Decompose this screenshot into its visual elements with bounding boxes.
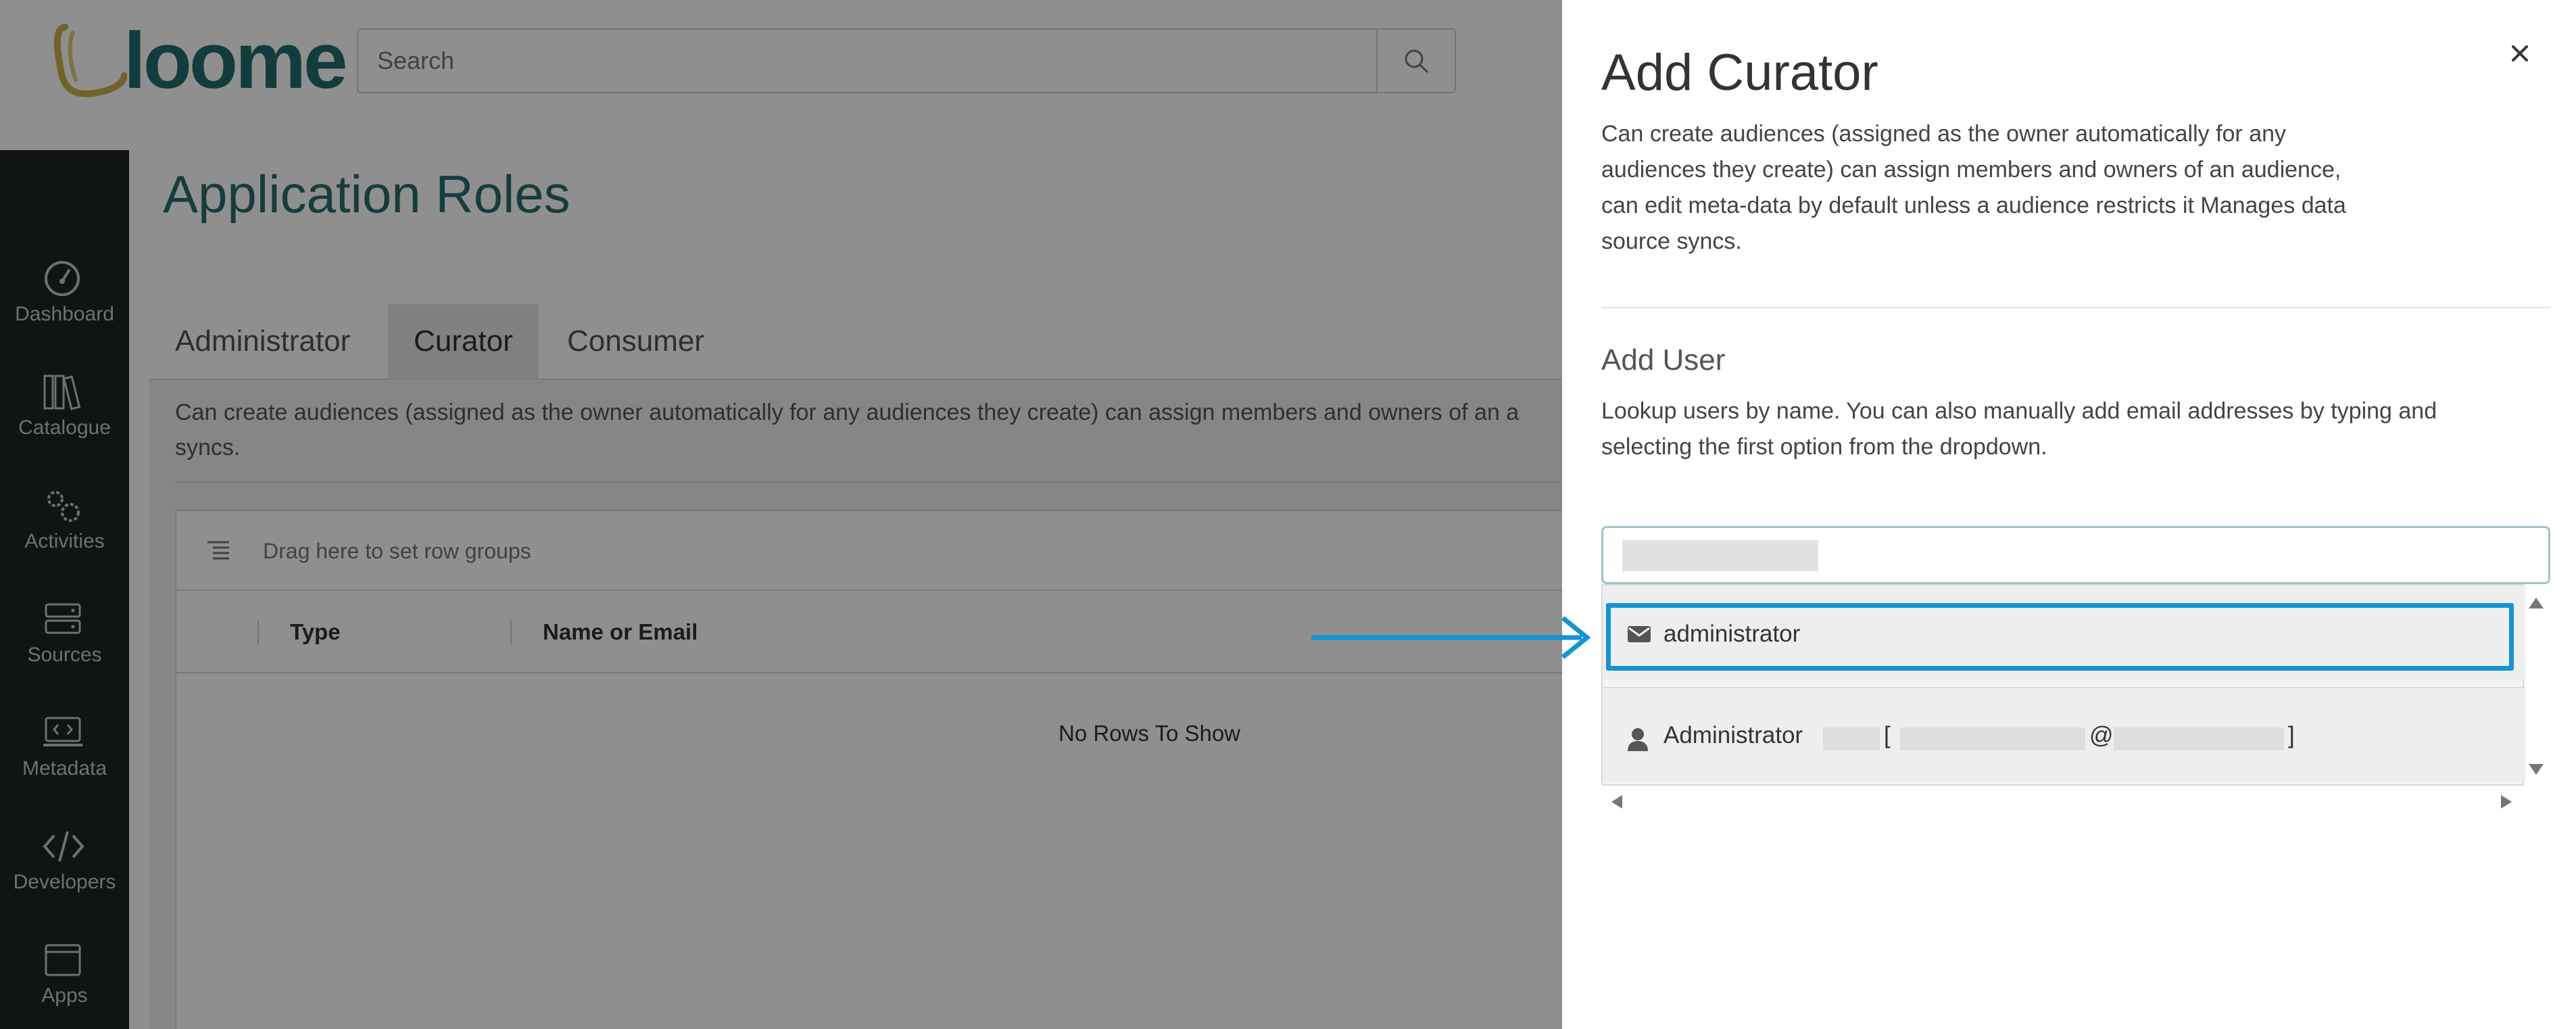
drawer-description-line: Can create audiences (assigned as the ow…: [1601, 121, 2287, 147]
modal-backdrop[interactable]: [0, 0, 1562, 1029]
user-icon: [1628, 728, 1648, 751]
scrollbar-arrows-icon: [1611, 795, 2512, 809]
drawer-description: Can create audiences (assigned as the ow…: [1601, 116, 2419, 260]
redacted-email-domain: [2114, 727, 2284, 750]
add-user-heading: Add User: [1601, 343, 1726, 377]
close-button[interactable]: [2503, 37, 2537, 70]
help-text-line: Lookup users by name. You can also manua…: [1601, 398, 2437, 424]
option-bracket-open: [: [1884, 722, 1891, 748]
arrow-right-icon: [1311, 616, 1591, 659]
redacted-text: [1823, 727, 1880, 750]
option-bracket-close: ]: [2288, 722, 2295, 748]
divider: [1601, 307, 2550, 308]
redacted-input-text: [1622, 540, 1818, 571]
add-curator-drawer: Add Curator Can create audiences (assign…: [1562, 0, 2576, 1029]
close-icon: [2512, 45, 2528, 62]
drawer-title: Add Curator: [1601, 44, 1878, 101]
drawer-description-line: audiences they create) can assign member…: [1601, 157, 2341, 183]
option-label: Administrator: [1663, 722, 1803, 748]
dropdown-option-user[interactable]: Administrator [ @ ]: [1603, 687, 2525, 782]
redacted-email-user: [1900, 727, 2085, 750]
help-text-line: selecting the first option from the drop…: [1601, 434, 2047, 460]
drawer-description-line: can edit meta-data by default unless a a…: [1601, 193, 2346, 218]
scrollbar-arrows-icon: [2529, 598, 2544, 775]
highlight-box: [1606, 603, 2514, 671]
drawer-description-line: source syncs.: [1601, 229, 1742, 254]
dropdown-vertical-scrollbar[interactable]: [2525, 595, 2548, 777]
option-at-sign: @: [2089, 722, 2114, 748]
add-user-help-text: Lookup users by name. You can also manua…: [1601, 393, 2500, 465]
dropdown-horizontal-scrollbar[interactable]: [1609, 791, 2514, 813]
user-lookup-input[interactable]: [1601, 526, 2550, 584]
